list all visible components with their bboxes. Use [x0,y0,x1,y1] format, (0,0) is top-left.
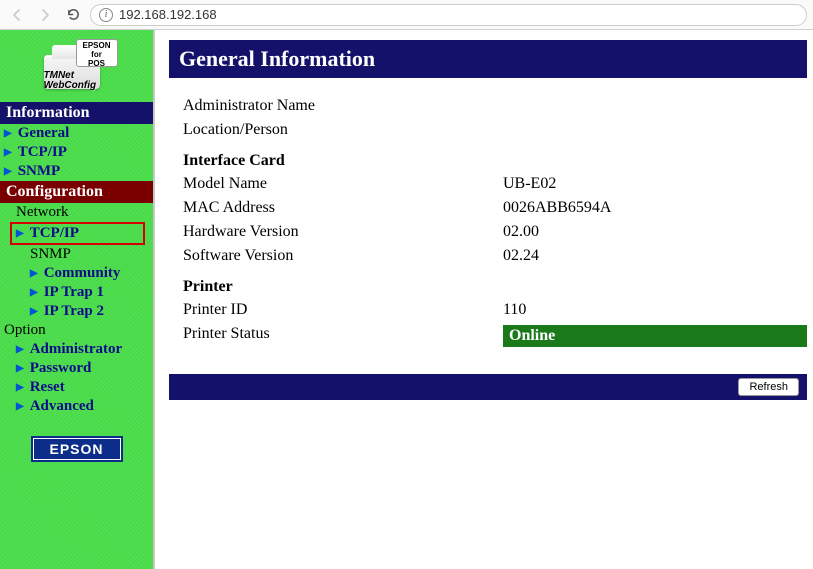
forward-button[interactable] [34,4,56,26]
nav-tcpip-config[interactable]: ▶TCP/IP [10,222,145,245]
arrow-right-icon [37,7,53,23]
nav-reset[interactable]: ▶Reset [0,378,153,397]
model-row: Model Name UB-E02 [183,172,807,196]
back-button[interactable] [6,4,28,26]
nav-snmp-info[interactable]: ▶SNMP [0,162,153,181]
nav-general[interactable]: ▶General [0,124,153,143]
location-row: Location/Person [183,118,807,142]
mac-row: MAC Address 0026ABB6594A [183,196,807,220]
refresh-button[interactable]: Refresh [738,378,799,396]
triangle-icon: ▶ [30,306,38,317]
location-value [503,121,807,139]
triangle-icon: ▶ [16,401,24,412]
printer-header: Printer [169,268,807,298]
printer-status-row: Printer Status Online [183,322,807,350]
browser-toolbar: i 192.168.192.168 [0,0,813,30]
triangle-icon: ▶ [4,128,12,139]
location-label: Location/Person [183,121,503,139]
admin-name-value [503,97,807,115]
nav-administrator[interactable]: ▶Administrator [0,340,153,359]
triangle-icon: ▶ [16,382,24,393]
hw-row: Hardware Version 02.00 [183,220,807,244]
triangle-icon: ▶ [4,166,12,177]
hw-value: 02.00 [503,223,807,241]
sw-value: 02.24 [503,247,807,265]
address-bar[interactable]: i 192.168.192.168 [90,4,807,26]
admin-name-label: Administrator Name [183,97,503,115]
nav-ip-trap-1[interactable]: ▶IP Trap 1 [0,283,153,302]
sidebar-logo: EPSON for POS TMNet WebConfig [0,30,153,102]
tmnet-webconfig-label: TMNet WebConfig [44,71,97,91]
triangle-icon: ▶ [30,287,38,298]
triangle-icon: ▶ [30,268,38,279]
epson-pos-badge: EPSON for POS [76,39,118,67]
nav-tcpip-info[interactable]: ▶TCP/IP [0,143,153,162]
nav-network-label: Network [0,203,153,222]
hw-label: Hardware Version [183,223,503,241]
url-text: 192.168.192.168 [119,7,217,22]
printer-status-value: Online [503,325,807,347]
configuration-header: Configuration [0,181,153,203]
information-header: Information [0,102,153,124]
printer-graphic: EPSON for POS TMNet WebConfig [42,41,112,91]
sw-label: Software Version [183,247,503,265]
model-value: UB-E02 [503,175,807,193]
nav-advanced[interactable]: ▶Advanced [0,397,153,416]
triangle-icon: ▶ [16,344,24,355]
printer-id-value: 110 [503,301,807,319]
nav-ip-trap-2[interactable]: ▶IP Trap 2 [0,302,153,321]
main-content: General Information Administrator Name L… [155,30,813,569]
mac-value: 0026ABB6594A [503,199,807,217]
printer-id-label: Printer ID [183,301,503,319]
model-label: Model Name [183,175,503,193]
triangle-icon: ▶ [16,363,24,374]
printer-id-row: Printer ID 110 [183,298,807,322]
triangle-icon: ▶ [16,228,24,239]
nav-option-label: Option [0,321,153,340]
reload-icon [66,7,81,22]
triangle-icon: ▶ [4,147,12,158]
admin-name-row: Administrator Name [183,94,807,118]
sw-row: Software Version 02.24 [183,244,807,268]
arrow-left-icon [9,7,25,23]
page-title: General Information [169,40,807,78]
mac-label: MAC Address [183,199,503,217]
epson-brand-logo: EPSON [31,436,123,462]
printer-status-label: Printer Status [183,325,503,347]
sidebar: EPSON for POS TMNet WebConfig Informatio… [0,30,155,569]
info-icon: i [99,8,113,22]
footer-bar: Refresh [169,374,807,400]
interface-card-header: Interface Card [169,142,807,172]
nav-community[interactable]: ▶Community [0,264,153,283]
reload-button[interactable] [62,4,84,26]
nav-password[interactable]: ▶Password [0,359,153,378]
nav-snmp-label: SNMP [0,245,153,264]
